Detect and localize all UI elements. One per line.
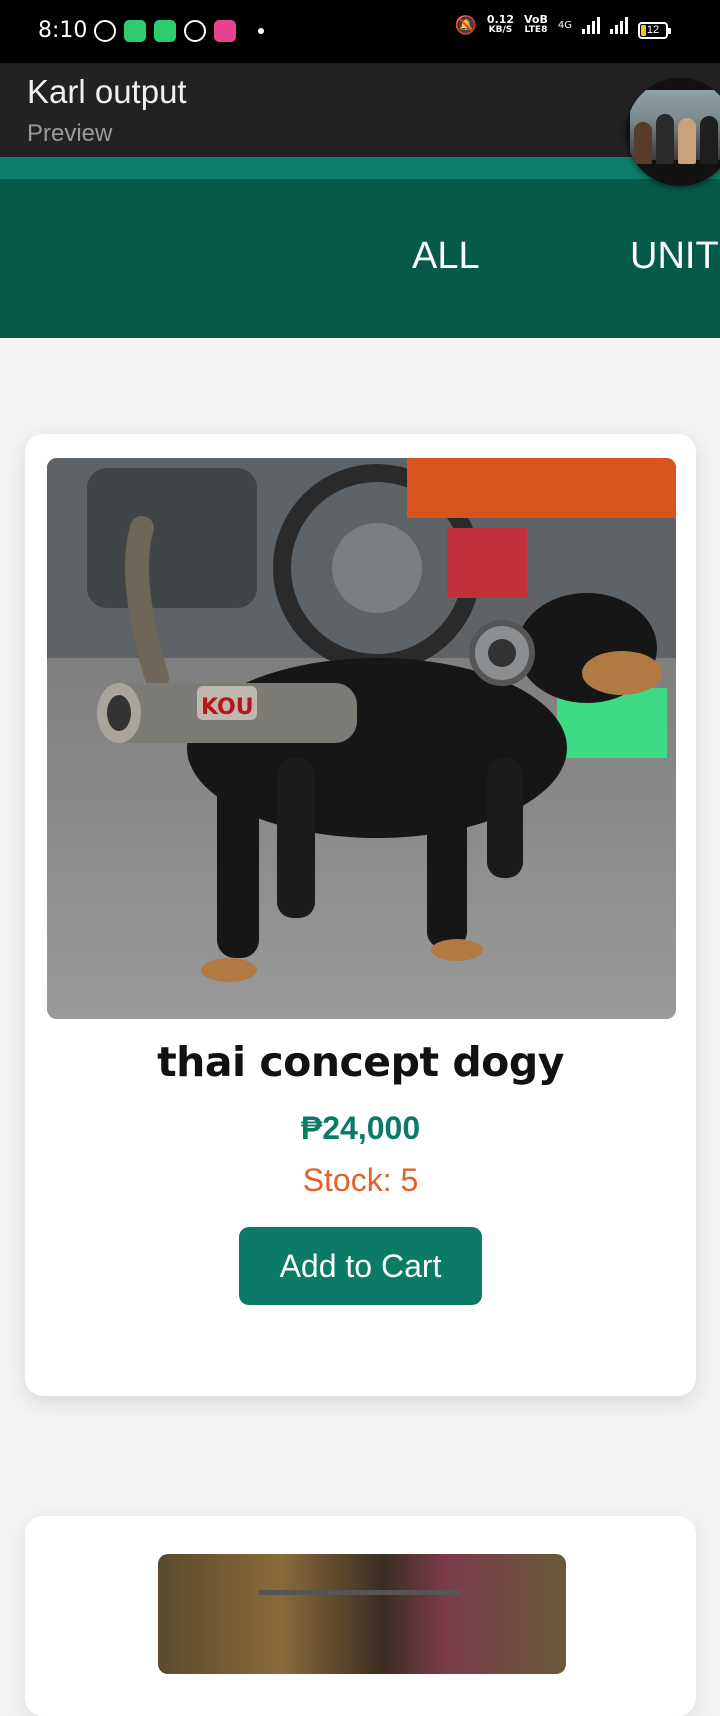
network-type: 4G	[557, 19, 572, 31]
add-to-cart-button[interactable]: Add to Cart	[239, 1227, 482, 1305]
exhaust-badge: KOU	[201, 695, 254, 720]
net-speed: 0.12 KB/S	[487, 14, 514, 36]
product-image: KOU	[47, 458, 676, 1019]
product-stock: Stock: 5	[302, 1162, 419, 1198]
net-speed-value: 0.12	[486, 13, 515, 26]
app-header: Karl output Preview	[0, 63, 720, 157]
battery-level: 12	[646, 24, 660, 36]
tab-all[interactable]: ALL	[412, 235, 480, 278]
home-indicator[interactable]	[258, 1590, 462, 1595]
app-title: Karl output	[27, 73, 187, 110]
messages-icon	[154, 20, 176, 42]
tab-unit[interactable]: UNIT	[630, 235, 719, 278]
status-time: 8:10	[38, 18, 88, 43]
app-subtitle: Preview	[27, 120, 113, 147]
battery-icon: 12	[638, 22, 671, 39]
category-tabs: ALL UNIT	[0, 179, 720, 338]
messenger-icon	[184, 20, 206, 42]
volte-indicator: VoB LTE8	[524, 14, 548, 36]
more-notifications-icon	[258, 28, 264, 34]
mute-icon: 🔕	[454, 14, 477, 36]
facebook-icon	[94, 20, 116, 42]
signal-icon-2	[610, 16, 628, 34]
net-speed-unit: KB/S	[488, 25, 513, 35]
volte-bottom: LTE8	[524, 25, 548, 35]
product-price: ₱24,000	[300, 1110, 421, 1146]
header-accent-strip	[0, 157, 720, 179]
notification-icons	[94, 20, 264, 42]
product-image	[158, 1554, 566, 1674]
volte-top: VoB	[524, 13, 548, 26]
product-card	[25, 1516, 696, 1716]
status-bar: 8:10 🔕 0.12 KB/S VoB LTE8 4G 12	[0, 0, 720, 63]
app-notification-icon	[124, 20, 146, 42]
product-name: thai concept dogy	[157, 1038, 564, 1086]
signal-icon-1	[582, 16, 600, 34]
product-card: KOU thai concept dogy ₱24,000 Stock: 5 A…	[25, 434, 696, 1396]
lazada-icon	[214, 20, 236, 42]
